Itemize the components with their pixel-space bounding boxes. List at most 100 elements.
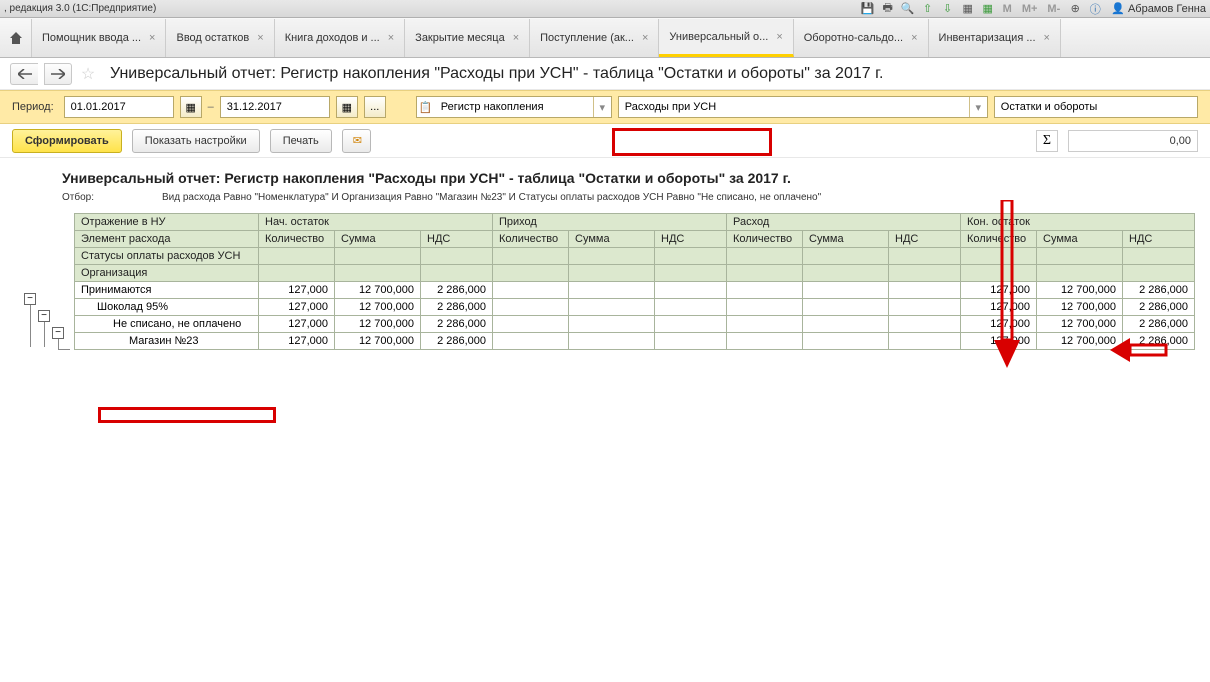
download-icon[interactable]: ⇩ <box>940 2 956 16</box>
upload-icon[interactable]: ⇧ <box>920 2 936 16</box>
forward-button[interactable] <box>44 63 72 85</box>
period-picker-button[interactable]: ... <box>364 96 386 118</box>
table-row[interactable]: Шоколад 95%127,00012 700,0002 286,000127… <box>75 299 1195 316</box>
tab-close-icon[interactable]: × <box>1044 32 1050 44</box>
tab-2[interactable]: Книга доходов и ... × <box>275 19 405 57</box>
cell <box>569 282 655 299</box>
user-label[interactable]: 👤 Абрамов Генна <box>1107 2 1206 15</box>
hdr-empty <box>961 265 1037 282</box>
cell: 12 700,000 <box>335 282 421 299</box>
cell: 12 700,000 <box>1037 282 1123 299</box>
hdr-row-4: Организация <box>75 265 259 282</box>
hdr-group: Приход <box>493 214 727 231</box>
action-toolbar: Сформировать Показать настройки Печать ✉… <box>0 124 1210 158</box>
cell <box>569 316 655 333</box>
tree-collapse-1[interactable]: − <box>24 293 36 305</box>
cell <box>803 316 889 333</box>
hdr-sub: НДС <box>655 231 727 248</box>
settings-button-label: Показать настройки <box>145 135 247 147</box>
table-row[interactable]: Магазин №23127,00012 700,0002 286,000127… <box>75 333 1195 350</box>
cell <box>889 316 961 333</box>
home-button[interactable] <box>0 19 32 57</box>
preview-icon[interactable]: 🔍 <box>900 2 916 16</box>
hdr-group: Нач. остаток <box>259 214 493 231</box>
hdr-empty <box>569 248 655 265</box>
hdr-empty <box>803 248 889 265</box>
calendar-to-button[interactable]: ▦ <box>336 96 358 118</box>
hdr-sub: Сумма <box>803 231 889 248</box>
save-icon[interactable]: 💾 <box>860 2 876 16</box>
print-button-label: Печать <box>283 135 319 147</box>
table-row[interactable]: Не списано, не оплачено127,00012 700,000… <box>75 316 1195 333</box>
hdr-empty <box>259 248 335 265</box>
hdr-empty <box>655 265 727 282</box>
tab-1[interactable]: Ввод остатков× <box>166 19 274 57</box>
tab-7[interactable]: Инвентаризация ...× <box>929 19 1061 57</box>
tab-close-icon[interactable]: × <box>642 32 648 44</box>
calc-icon[interactable]: ▦ <box>960 2 976 16</box>
cell <box>569 299 655 316</box>
tab-close-icon[interactable]: × <box>149 32 155 44</box>
tab-6[interactable]: Оборотно-сальдо...× <box>794 19 929 57</box>
zoom-in-icon[interactable]: ⊕ <box>1067 2 1083 16</box>
chevron-down-icon[interactable]: ▾ <box>969 97 987 117</box>
register-type-select[interactable]: 📋 Регистр накопления ▾ <box>416 96 612 118</box>
hdr-row-3: Статусы оплаты расходов УСН <box>75 248 259 265</box>
tab-close-icon[interactable]: × <box>388 32 394 44</box>
table-row[interactable]: Принимаются127,00012 700,0002 286,000127… <box>75 282 1195 299</box>
form-button[interactable]: Сформировать <box>12 129 122 153</box>
hdr-empty <box>421 248 493 265</box>
register-name-select[interactable]: Расходы при УСН ▾ <box>618 96 988 118</box>
hdr-sub: Сумма <box>569 231 655 248</box>
cell: 127,000 <box>259 299 335 316</box>
hdr-empty <box>889 265 961 282</box>
table-select[interactable]: Остатки и обороты <box>994 96 1198 118</box>
tab-close-icon[interactable]: × <box>776 31 782 43</box>
tab-close-icon[interactable]: × <box>257 32 263 44</box>
cell <box>493 282 569 299</box>
period-to-input[interactable] <box>220 96 330 118</box>
register-type-icon: 📋 <box>417 101 435 114</box>
print-button[interactable]: Печать <box>270 129 332 153</box>
row-label: Не списано, не оплачено <box>75 316 259 333</box>
calendar-from-button[interactable]: ▦ <box>180 96 202 118</box>
hdr-sub: НДС <box>1123 231 1195 248</box>
cell <box>727 299 803 316</box>
zoom-mplus-button[interactable]: M+ <box>1019 2 1041 16</box>
sysbar-icons: 💾 🖶 🔍 ⇧ ⇩ ▦ ▦ M M+ M- ⊕ ⓘ 👤 Абрамов Генн… <box>860 2 1206 16</box>
sigma-button[interactable]: Σ <box>1036 130 1058 152</box>
nav-row: ☆ Универсальный отчет: Регистр накоплени… <box>0 58 1210 90</box>
tree-collapse-3[interactable]: − <box>52 327 64 339</box>
settings-button[interactable]: Показать настройки <box>132 129 260 153</box>
tab-3[interactable]: Закрытие месяца× <box>405 19 530 57</box>
cell: 127,000 <box>259 316 335 333</box>
cell: 127,000 <box>961 316 1037 333</box>
chevron-down-icon[interactable]: ▾ <box>593 97 611 117</box>
zoom-m-button[interactable]: M <box>1000 2 1015 16</box>
cell: 2 286,000 <box>421 282 493 299</box>
cell <box>493 333 569 350</box>
cell <box>569 333 655 350</box>
tab-close-icon[interactable]: × <box>513 32 519 44</box>
hdr-empty <box>493 248 569 265</box>
info-icon[interactable]: ⓘ <box>1087 2 1103 16</box>
tab-label: Книга доходов и ... <box>285 32 380 44</box>
hdr-empty <box>1123 265 1195 282</box>
tab-5[interactable]: Универсальный о... × <box>659 19 793 57</box>
hdr-sub: Количество <box>727 231 803 248</box>
tab-label: Универсальный о... <box>669 31 768 43</box>
email-button[interactable]: ✉ <box>342 129 371 153</box>
cell <box>803 299 889 316</box>
calendar-icon[interactable]: ▦ <box>980 2 996 16</box>
tab-0[interactable]: Помощник ввода ...× <box>32 19 166 57</box>
tab-close-icon[interactable]: × <box>911 32 917 44</box>
print-icon[interactable]: 🖶 <box>880 2 896 16</box>
zoom-mminus-button[interactable]: M- <box>1044 2 1063 16</box>
tree-collapse-2[interactable]: − <box>38 310 50 322</box>
period-from-input[interactable] <box>64 96 174 118</box>
favorite-star-icon[interactable]: ☆ <box>78 64 98 84</box>
hdr-empty <box>335 248 421 265</box>
sum-display: 0,00 <box>1068 130 1198 152</box>
tab-4[interactable]: Поступление (ак...× <box>530 19 659 57</box>
back-button[interactable] <box>10 63 38 85</box>
